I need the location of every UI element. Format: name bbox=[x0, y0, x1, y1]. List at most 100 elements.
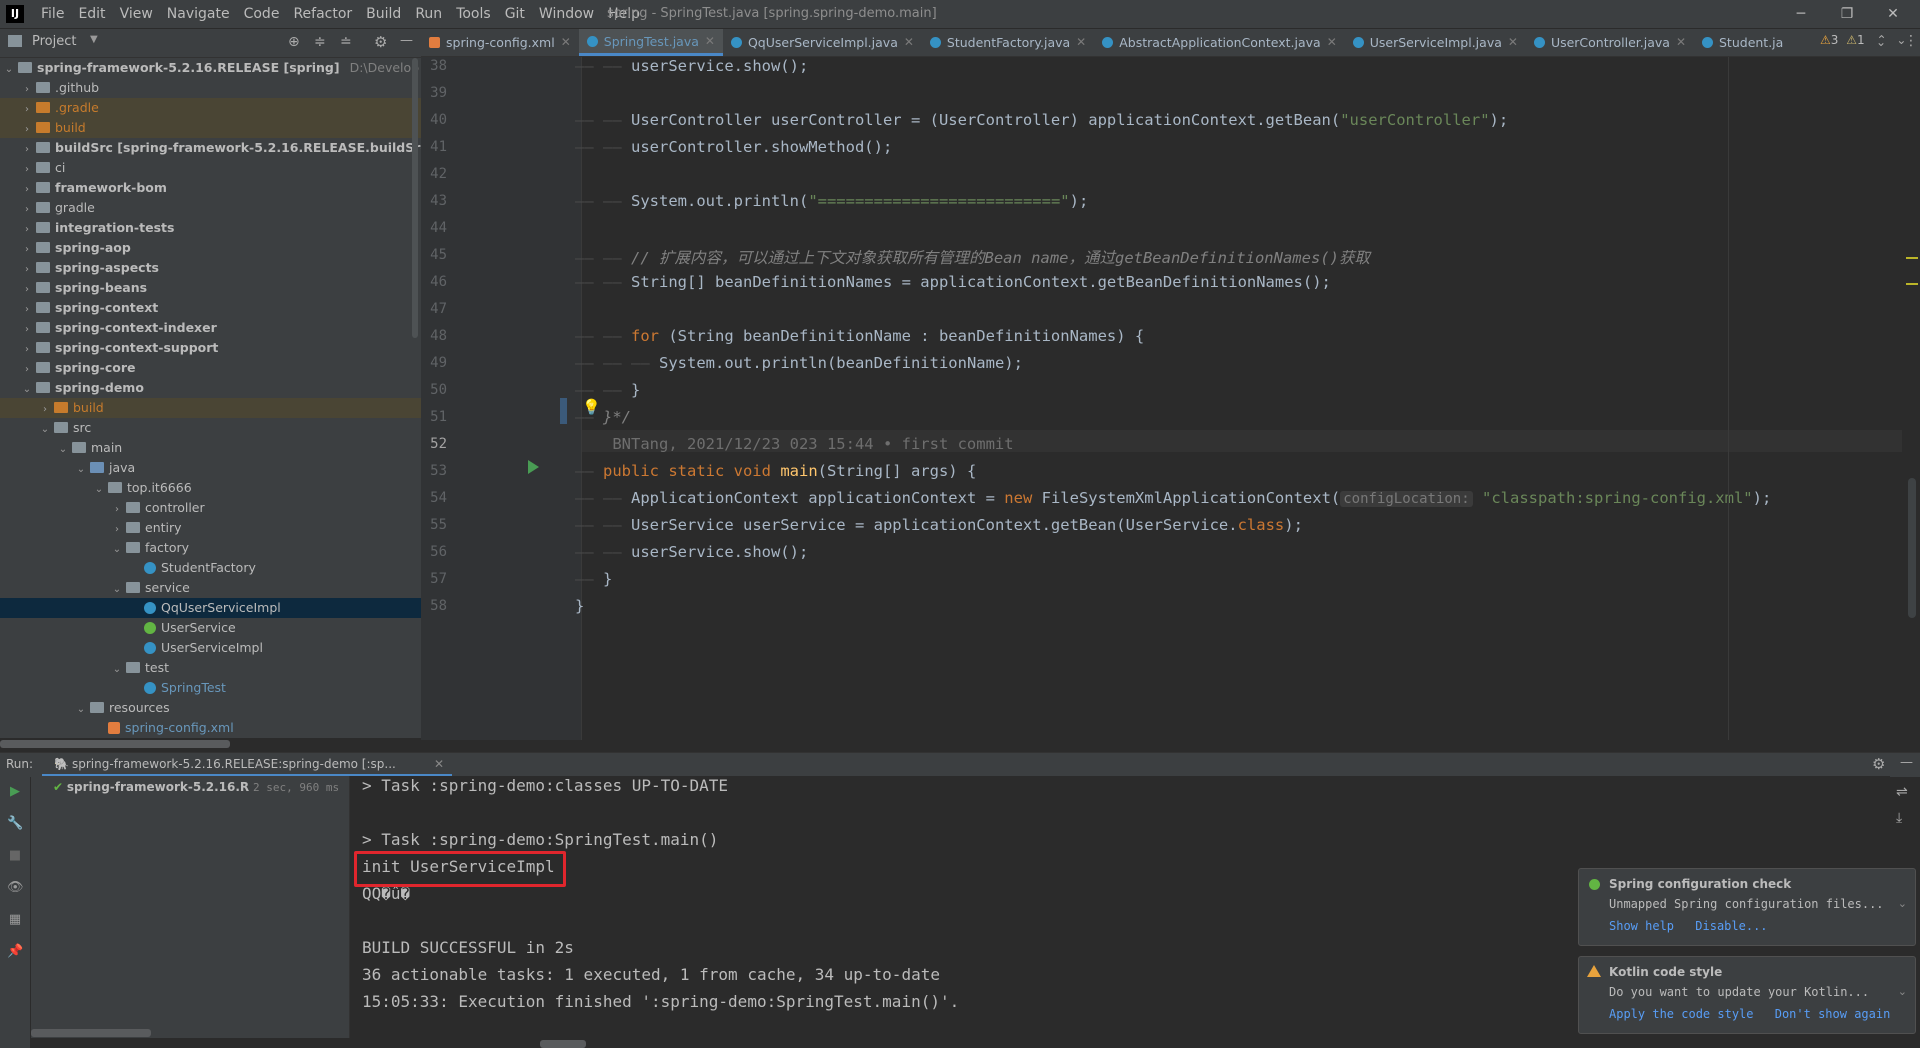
tree-item[interactable]: › spring-aop bbox=[0, 238, 421, 258]
close-tab-icon[interactable]: ✕ bbox=[561, 29, 571, 56]
tree-item[interactable]: ⌄ src bbox=[0, 418, 421, 438]
tab-studentfactory-java[interactable]: StudentFactory.java ✕ bbox=[922, 29, 1094, 56]
wrench-icon[interactable]: 🔧 bbox=[7, 816, 23, 832]
chevron-down-icon[interactable]: ⌄ bbox=[38, 420, 52, 440]
tree-item[interactable]: › gradle bbox=[0, 198, 421, 218]
project-view-selector[interactable]: Project bbox=[32, 34, 76, 49]
hide-panel-icon[interactable]: — bbox=[1900, 755, 1913, 770]
tree-item[interactable]: › spring-context-support bbox=[0, 338, 421, 358]
restore-icon[interactable]: ❐ bbox=[1824, 0, 1870, 28]
tree-item[interactable]: StudentFactory bbox=[0, 558, 421, 578]
chevron-right-icon[interactable]: › bbox=[20, 260, 34, 280]
menu-git[interactable]: Git bbox=[498, 0, 532, 28]
tree-item[interactable]: ⌄ main bbox=[0, 438, 421, 458]
tree-item[interactable]: › spring-aspects bbox=[0, 258, 421, 278]
run-gutter-icon[interactable] bbox=[528, 460, 539, 474]
code-line[interactable]: —— —— for (String beanDefinitionName : b… bbox=[575, 327, 1144, 345]
chevron-down-icon[interactable]: ⌄ bbox=[110, 540, 124, 560]
tree-item[interactable]: SpringTest bbox=[0, 678, 421, 698]
code-line[interactable]: —— —— UserService userService = applicat… bbox=[575, 516, 1303, 534]
code-line[interactable]: —— public static void main(String[] args… bbox=[575, 462, 976, 480]
chevron-right-icon[interactable]: › bbox=[20, 240, 34, 260]
close-tab-icon[interactable]: ✕ bbox=[1508, 29, 1518, 56]
chevron-right-icon[interactable]: › bbox=[20, 80, 34, 100]
tab-usercontroller-java[interactable]: UserController.java ✕ bbox=[1526, 29, 1694, 56]
menu-view[interactable]: View bbox=[113, 0, 160, 28]
tree-item[interactable]: › spring-context-indexer bbox=[0, 318, 421, 338]
console-horizontal-scrollbar[interactable] bbox=[540, 1040, 586, 1048]
tree-item[interactable]: ⌄ spring-demo bbox=[0, 378, 421, 398]
inspection-widget[interactable]: ⚠3 ⚠1 ⌃ ⌄ bbox=[1820, 33, 1906, 47]
tree-item[interactable]: ⌄ test bbox=[0, 658, 421, 678]
chevron-down-icon[interactable]: ⌄ bbox=[74, 460, 88, 480]
gear-icon[interactable]: ⚙ bbox=[1872, 755, 1885, 773]
menu-file[interactable]: File bbox=[34, 0, 71, 28]
disable-link[interactable]: Disable... bbox=[1695, 919, 1767, 933]
chevron-right-icon[interactable]: › bbox=[20, 140, 34, 160]
chevron-down-icon[interactable]: ⌄ bbox=[92, 480, 106, 500]
locate-icon[interactable]: ⊕ bbox=[288, 34, 300, 50]
hide-panel-icon[interactable]: — bbox=[400, 33, 413, 48]
tree-item[interactable]: › controller bbox=[0, 498, 421, 518]
tree-item[interactable]: ⌄ java bbox=[0, 458, 421, 478]
menu-refactor[interactable]: Refactor bbox=[286, 0, 359, 28]
chevron-down-icon[interactable]: ⌄ bbox=[20, 380, 34, 400]
tree-item[interactable]: › .gradle bbox=[0, 98, 421, 118]
tree-item[interactable]: UserService bbox=[0, 618, 421, 638]
eye-icon[interactable]: 👁 bbox=[7, 880, 24, 896]
close-tab-icon[interactable]: ✕ bbox=[705, 28, 715, 55]
tree-item[interactable]: ⌄ factory bbox=[0, 538, 421, 558]
code-line[interactable]: —— —— UserController userController = (U… bbox=[575, 111, 1508, 129]
expand-all-icon[interactable]: ≑ bbox=[314, 34, 326, 50]
chevron-right-icon[interactable]: › bbox=[110, 500, 124, 520]
code-line[interactable]: —— —— userController.showMethod(); bbox=[575, 138, 892, 156]
apply-code-style-link[interactable]: Apply the code style bbox=[1609, 1007, 1754, 1021]
stop-icon[interactable]: ■ bbox=[7, 848, 23, 864]
chevron-right-icon[interactable]: › bbox=[20, 320, 34, 340]
code-line[interactable]: —— —— userService.show(); bbox=[575, 57, 808, 75]
close-tab-icon[interactable]: ✕ bbox=[1676, 29, 1686, 56]
tree-item[interactable]: ⌄ top.it6666 bbox=[0, 478, 421, 498]
dont-show-again-link[interactable]: Don't show again bbox=[1775, 1007, 1891, 1021]
scroll-to-end-icon[interactable]: ⤓ bbox=[1896, 810, 1902, 826]
pin-icon[interactable]: 📌 bbox=[7, 944, 23, 960]
tree-item[interactable]: spring-config.xml bbox=[0, 718, 421, 738]
run-tab[interactable]: 🐘 spring-framework-5.2.16.RELEASE:spring… bbox=[42, 753, 452, 777]
tree-item[interactable]: ⌄ service bbox=[0, 578, 421, 598]
chevron-right-icon[interactable]: › bbox=[20, 160, 34, 180]
collapse-all-icon[interactable]: ≐ bbox=[340, 34, 352, 50]
chevron-right-icon[interactable]: › bbox=[20, 200, 34, 220]
code-line[interactable]: —— —— userService.show(); bbox=[575, 543, 808, 561]
error-stripe-mark[interactable] bbox=[1906, 257, 1918, 259]
tab-list-icon[interactable]: ⌄ bbox=[1876, 35, 1886, 49]
chevron-down-icon[interactable]: ⌄ bbox=[110, 580, 124, 600]
code-line[interactable]: —— }*/ bbox=[575, 408, 631, 426]
layout-icon[interactable]: ▦ bbox=[7, 912, 23, 928]
code-line[interactable]: —— } bbox=[575, 570, 612, 588]
run-tree-scrollbar[interactable] bbox=[31, 1029, 151, 1037]
chevron-right-icon[interactable]: › bbox=[20, 120, 34, 140]
tree-root[interactable]: ⌄ spring-framework-5.2.16.RELEASE [spring… bbox=[0, 58, 421, 78]
tab-qquserserviceimpl-java[interactable]: QqUserServiceImpl.java ✕ bbox=[723, 29, 922, 56]
run-tree-item[interactable]: ✔ spring-framework-5.2.16.R 2 sec, 960 m… bbox=[53, 780, 339, 794]
chevron-down-icon[interactable]: ▼ bbox=[90, 34, 98, 45]
chevron-right-icon[interactable]: › bbox=[20, 280, 34, 300]
code-line[interactable]: —— —— —— System.out.println(beanDefiniti… bbox=[575, 354, 1023, 372]
vcs-change-marker[interactable] bbox=[560, 398, 567, 424]
tree-item[interactable]: › build bbox=[0, 398, 421, 418]
code-line[interactable]: —— —— // 扩展内容，可以通过上下文对象获取所有管理的Bean name，… bbox=[575, 246, 1370, 268]
chevron-right-icon[interactable]: › bbox=[20, 300, 34, 320]
tab-student-ja[interactable]: Student.ja bbox=[1694, 29, 1791, 56]
chevron-down-icon[interactable]: ⌄ bbox=[1898, 985, 1907, 998]
menu-window[interactable]: Window bbox=[532, 0, 601, 28]
tree-item[interactable]: › integration-tests bbox=[0, 218, 421, 238]
gear-icon[interactable]: ⚙ bbox=[374, 33, 387, 51]
tree-item[interactable]: ⌄ resources bbox=[0, 698, 421, 718]
more-icon[interactable]: ⋮ bbox=[1904, 33, 1918, 49]
soft-wrap-icon[interactable]: ⇌ bbox=[1896, 784, 1908, 800]
code-line[interactable]: —— —— } bbox=[575, 381, 640, 399]
code-line[interactable]: BNTang, 2021/12/23 023 15:44 • first com… bbox=[575, 435, 1013, 453]
chevron-right-icon[interactable]: › bbox=[20, 340, 34, 360]
chevron-right-icon[interactable]: › bbox=[20, 220, 34, 240]
chevron-down-icon[interactable]: ⌄ bbox=[56, 440, 70, 460]
